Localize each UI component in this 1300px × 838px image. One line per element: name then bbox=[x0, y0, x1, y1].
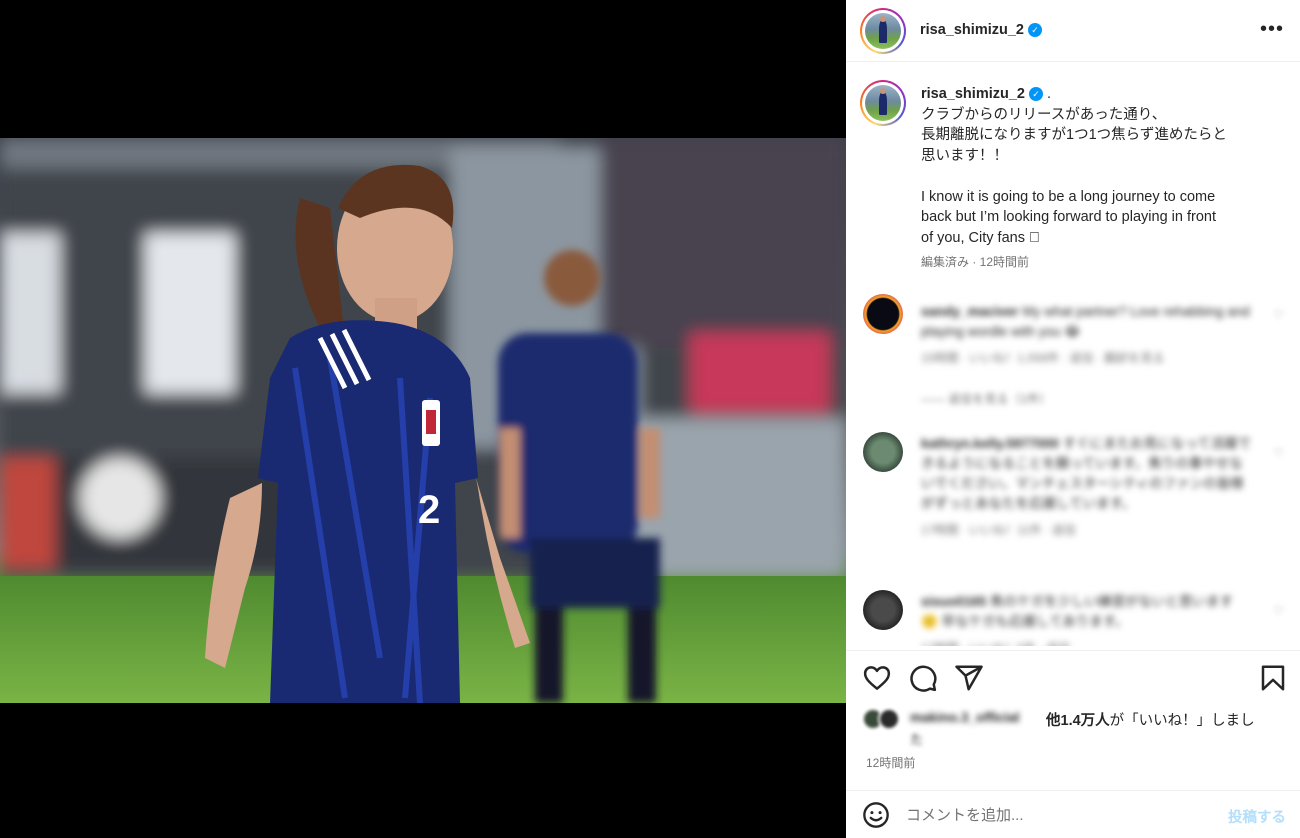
comments-scroll-area[interactable]: risa_shimizu_2 ✓ . クラブからのリリースがあった通り、 長期離脱… bbox=[846, 62, 1300, 646]
heart-icon[interactable] bbox=[862, 663, 892, 693]
comment-avatar[interactable] bbox=[863, 590, 903, 630]
comment-composer: 投稿する bbox=[846, 790, 1300, 838]
likes-wrap-text: た bbox=[910, 732, 924, 747]
caption-avatar bbox=[865, 85, 901, 121]
author-username[interactable]: risa_shimizu_2 bbox=[920, 22, 1024, 38]
caption-line bbox=[921, 166, 1271, 187]
bookmark-icon[interactable] bbox=[1258, 663, 1288, 693]
comment-avatar[interactable] bbox=[863, 294, 903, 334]
post-side-panel: risa_shimizu_2 ✓ ••• risa_shimizu_2 ✓ . クラ… bbox=[846, 0, 1300, 838]
post-time[interactable]: 12時間前 bbox=[866, 754, 915, 771]
comment-username[interactable]: sandy_maciver bbox=[921, 304, 1019, 319]
comment-meta[interactable]: 17時間 · いいね！11件 · 返信 bbox=[921, 520, 1251, 540]
comment-avatar[interactable] bbox=[863, 432, 903, 472]
caption-username[interactable]: risa_shimizu_2 bbox=[921, 86, 1025, 102]
caption-meta: 編集済み · 12時間前 bbox=[921, 255, 1030, 269]
comment-input[interactable] bbox=[906, 803, 1206, 827]
emoji-icon[interactable] bbox=[862, 801, 890, 829]
media-pane: 2 bbox=[0, 0, 846, 838]
comment-body: kathryn.kelly.5977000 すぐにまたお見になって活躍できるよう… bbox=[921, 434, 1251, 540]
comment-body: sisuo0165 焦のケガを少しい練習がないと思います 🙂 早なケガも応援して… bbox=[921, 592, 1251, 646]
author-avatar-ring[interactable] bbox=[860, 8, 906, 54]
caption-line: I know it is going to be a long journey … bbox=[921, 188, 1216, 205]
comment-like-icon[interactable]: ♡ bbox=[1273, 308, 1284, 322]
liker-avatars[interactable] bbox=[862, 708, 908, 730]
caption-line: back but I’m looking forward to playing … bbox=[921, 209, 1216, 225]
post-comment-button[interactable]: 投稿する bbox=[1228, 806, 1286, 827]
comment-like-icon[interactable]: ♡ bbox=[1273, 446, 1284, 460]
caption-dot: . bbox=[1047, 86, 1052, 102]
jersey-number: 2 bbox=[418, 488, 440, 532]
comment-username[interactable]: sisuo0165 bbox=[921, 594, 986, 609]
comment-icon[interactable] bbox=[908, 663, 938, 693]
post-photo[interactable]: 2 bbox=[0, 138, 846, 703]
verified-badge-icon: ✓ bbox=[1027, 22, 1042, 37]
likes-count-text[interactable]: 他1.4万人が「いいね！」しまし bbox=[1046, 709, 1255, 730]
caption-line: 長期離脱になりますが1つ1つ焦らず進めたらと bbox=[921, 127, 1227, 143]
photo-scene: 2 bbox=[0, 138, 846, 703]
comment-like-icon[interactable]: ♡ bbox=[1273, 604, 1284, 618]
instagram-post-modal: 2 risa_shimizu_2 ✓ ••• risa_shimizu_2 ✓ … bbox=[0, 0, 1300, 838]
caption-line: of you, City fans 󾠮 bbox=[921, 229, 1040, 246]
caption-avatar-ring[interactable] bbox=[860, 80, 906, 126]
author-avatar bbox=[865, 13, 901, 49]
send-icon[interactable] bbox=[954, 663, 984, 693]
post-header: risa_shimizu_2 ✓ ••• bbox=[846, 0, 1300, 62]
likes-suffix: が「いいね！」しまし bbox=[1109, 713, 1255, 729]
action-bar bbox=[846, 650, 1300, 704]
comment-username[interactable]: kathryn.kelly.5977000 bbox=[921, 436, 1059, 451]
likes-summary[interactable]: makino.3_official 他1.4万人が「いいね！」しまし た bbox=[862, 704, 1292, 747]
caption-line: クラブからのリリースがあった通り、 bbox=[921, 106, 1167, 123]
comment-body: sandy_maciver My what partner? Love reha… bbox=[921, 302, 1251, 368]
comment-meta[interactable]: 15時間 · いいね！1,058件 · 返信 · 翻訳を見る bbox=[921, 348, 1251, 368]
verified-badge-icon: ✓ bbox=[1028, 87, 1043, 102]
likes-count: 他1.4万人 bbox=[1046, 713, 1110, 729]
more-icon[interactable]: ••• bbox=[1260, 19, 1284, 39]
comment-meta[interactable]: 17時間 · いいね！5件 · 返信 bbox=[921, 638, 1251, 646]
caption-text: risa_shimizu_2 ✓ . クラブからのリリースがあった通り、 長期離脱… bbox=[921, 84, 1271, 248]
liker-username[interactable]: makino.3_official bbox=[910, 710, 1020, 725]
view-replies-link[interactable]: —— 返信を見る（1件） bbox=[921, 390, 1051, 407]
liker-avatar bbox=[878, 708, 900, 730]
caption-line: 思います！！ bbox=[921, 147, 1008, 164]
